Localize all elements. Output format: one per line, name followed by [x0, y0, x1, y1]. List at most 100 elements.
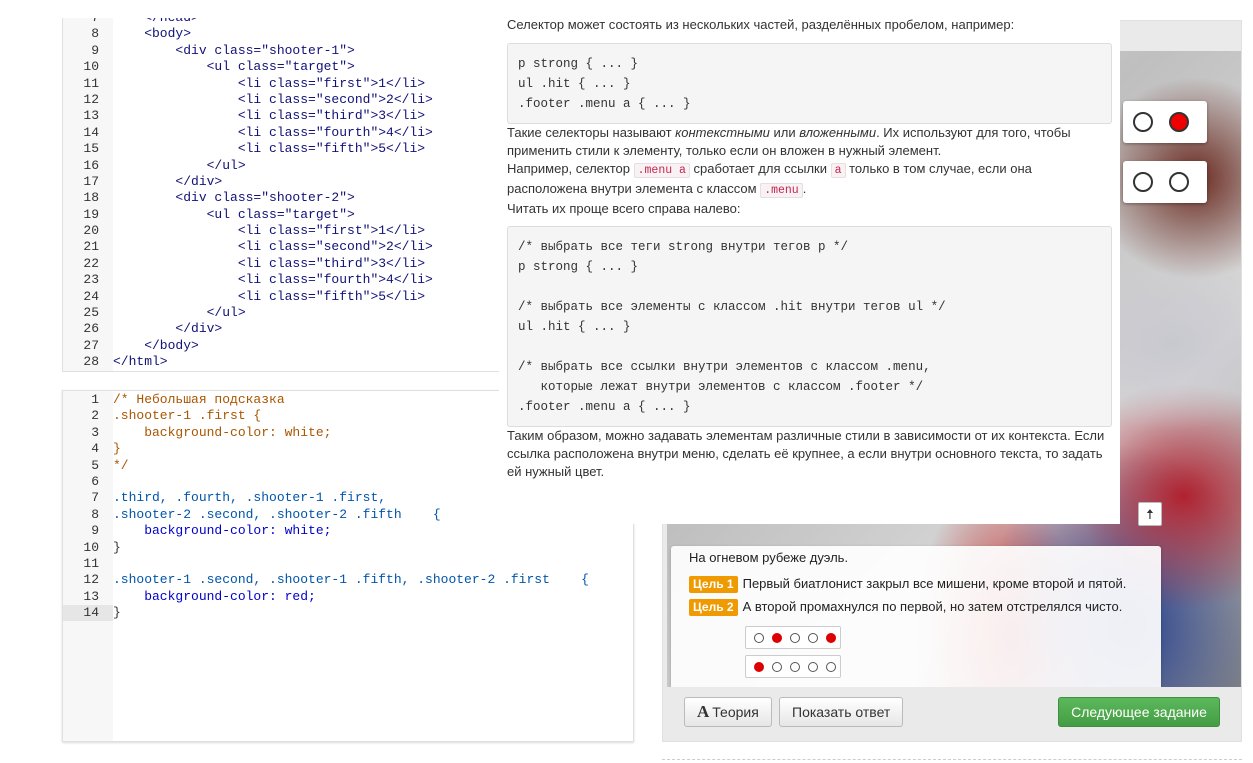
scroll-up-button[interactable]: 🠅 — [1138, 502, 1162, 526]
html-code-line[interactable]: 13 <li class="third">3</li> — [63, 108, 501, 125]
expected-2-4 — [808, 662, 818, 672]
theory-p3-text-a: Например, селектор — [507, 161, 634, 176]
arrow-up-icon: 🠅 — [1146, 506, 1154, 522]
code-text: background-color: white; — [113, 523, 332, 539]
code-text: </ul> — [113, 157, 246, 173]
inline-code: a — [830, 163, 846, 178]
css-code-line[interactable]: 13 background-color: red; — [63, 588, 633, 606]
html-code-line[interactable]: 17 </div> — [63, 173, 501, 191]
theory-p3-text-b: сработает для ссылки — [689, 161, 831, 176]
code-text: </html> — [113, 354, 168, 370]
code-text: </div> — [113, 321, 223, 337]
shooter-1-target — [1123, 101, 1207, 143]
expected-1-1 — [754, 633, 764, 643]
html-editor-lines: 7 </head>8 <body>9 <div class="shooter-1… — [63, 18, 501, 371]
line-number: 3 — [63, 424, 113, 442]
line-number: 17 — [63, 173, 113, 191]
theory-p2-em-1: контекстными — [675, 125, 770, 140]
code-text: <body> — [113, 26, 192, 42]
line-number: 1 — [63, 392, 113, 409]
html-code-line[interactable]: 22 <li class="third">3</li> — [63, 255, 501, 273]
css-code-line[interactable]: 12 .shooter-1 .second, .shooter-1 .fifth,… — [63, 572, 633, 589]
css-code-line[interactable]: 11 — [63, 555, 633, 573]
line-number: 9 — [63, 42, 113, 60]
code-text: */ — [113, 457, 129, 473]
line-number: 19 — [63, 206, 113, 224]
html-code-line[interactable]: 24 <li class="fifth">5</li> — [63, 288, 501, 306]
shooter-1-target-4 — [1133, 112, 1153, 132]
code-text: <li class="third">3</li> — [113, 255, 426, 271]
line-number: 20 — [63, 223, 113, 240]
html-code-line[interactable]: 21 <li class="second">2</li> — [63, 239, 501, 256]
theory-code-2: /* выбрать все теги strong внутри тегов … — [507, 226, 1112, 427]
html-code-line[interactable]: 11 <li class="first">1</li> — [63, 75, 501, 92]
goal-2: Цель 2 А второй промахнулся по первой, но… — [689, 599, 1143, 616]
html-editor[interactable]: 7 </head>8 <body>9 <div class="shooter-1… — [62, 18, 502, 372]
html-code-line[interactable]: 26 </div> — [63, 321, 501, 338]
line-number: 21 — [63, 239, 113, 256]
goal-2-badge: Цель 2 — [689, 599, 738, 616]
theory-p2-text-b: или — [769, 125, 800, 140]
code-text: .shooter-2 .second, .shooter-2 .fifth { — [113, 506, 441, 522]
html-code-line[interactable]: 16 </ul> — [63, 157, 501, 174]
line-number: 12 — [63, 572, 113, 589]
code-text: </ul> — [113, 305, 246, 321]
html-code-line[interactable]: 18 <div class="shooter-2"> — [63, 190, 501, 207]
expected-2-1 — [754, 662, 764, 672]
font-a-icon: A — [697, 702, 710, 721]
line-number: 8 — [63, 26, 113, 43]
html-code-line[interactable]: 9 <div class="shooter-1"> — [63, 42, 501, 60]
show-answer-button[interactable]: Показать ответ — [779, 697, 904, 727]
expected-shooter-2 — [745, 655, 841, 678]
goal-2-text: А второй промахнулся по первой, но затем… — [742, 599, 1123, 614]
task-description: На огневом рубеже дуэль. — [689, 550, 849, 565]
line-number: 7 — [63, 18, 113, 27]
code-text: <li class="first">1</li> — [113, 75, 426, 91]
code-text: <ul class="target"> — [113, 206, 355, 222]
html-code-line[interactable]: 19 <ul class="target"> — [63, 206, 501, 224]
html-code-line[interactable]: 20 <li class="first">1</li> — [63, 223, 501, 240]
line-number: 11 — [63, 75, 113, 92]
code-text: <li class="fourth">4</li> — [113, 124, 433, 140]
css-code-line[interactable]: 9 background-color: white; — [63, 523, 633, 540]
css-code-line[interactable]: 14} — [63, 605, 633, 622]
theory-button[interactable]: A Теория — [684, 697, 772, 727]
line-number: 4 — [63, 441, 113, 458]
line-number: 14 — [63, 124, 113, 142]
line-number: 28 — [63, 354, 113, 371]
next-task-button[interactable]: Следующее задание — [1058, 697, 1220, 727]
html-code-line[interactable]: 14 <li class="fourth">4</li> — [63, 124, 501, 142]
expected-1-5 — [826, 633, 836, 643]
theory-p2-em-2: вложенными — [799, 125, 877, 140]
expected-2-3 — [790, 662, 800, 672]
line-number: 24 — [63, 288, 113, 306]
theory-code-1: p strong { ... } ul .hit { ... } .footer… — [507, 43, 1112, 124]
line-number: 27 — [63, 337, 113, 355]
line-number: 23 — [63, 272, 113, 289]
code-text: /* Небольшая подсказка — [113, 392, 285, 407]
expected-2-2 — [772, 662, 782, 672]
html-code-line[interactable]: 23 <li class="fourth">4</li> — [63, 272, 501, 289]
line-number: 12 — [63, 91, 113, 109]
html-code-line[interactable]: 15 <li class="fifth">5</li> — [63, 141, 501, 158]
html-code-line[interactable]: 10 <ul class="target"> — [63, 59, 501, 76]
line-number: 15 — [63, 141, 113, 158]
html-code-line[interactable]: 7 </head> — [63, 18, 501, 27]
code-text: } — [113, 441, 121, 457]
expected-1-2 — [772, 633, 782, 643]
goal-1-badge: Цель 1 — [689, 576, 738, 593]
html-code-line[interactable]: 8 <body> — [63, 26, 501, 43]
shooter-2-target — [1123, 161, 1207, 203]
shooter-2-target-5 — [1169, 172, 1189, 192]
code-text: <li class="fifth">5</li> — [113, 141, 426, 157]
html-code-line[interactable]: 28 </html> — [63, 354, 501, 371]
code-text: background-color: white; — [113, 424, 332, 440]
html-code-line[interactable]: 12 <li class="second">2</li> — [63, 91, 501, 109]
html-code-line[interactable]: 27 </body> — [63, 337, 501, 355]
inline-code: .menu a — [633, 163, 690, 178]
theory-paragraph-1: Селектор может состоять из нескольких ча… — [507, 17, 1015, 32]
code-text: <li class="fifth">5</li> — [113, 288, 426, 304]
html-code-line[interactable]: 25 </ul> — [63, 305, 501, 322]
expected-1-3 — [790, 633, 800, 643]
css-code-line[interactable]: 10} — [63, 539, 633, 556]
